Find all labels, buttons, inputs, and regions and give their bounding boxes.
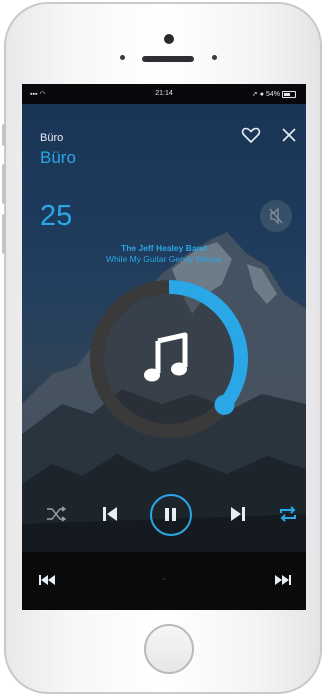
volume-up-button <box>2 164 6 204</box>
volume-down-button <box>2 214 6 254</box>
status-bar: ▪▪▪ ◠ 21:14 ➚ ● 54% <box>22 84 306 104</box>
room-title: Büro <box>40 148 76 167</box>
shuffle-icon[interactable] <box>46 506 66 522</box>
front-camera <box>164 34 174 44</box>
repeat-icon[interactable] <box>278 505 298 523</box>
battery-percent: 54% <box>265 91 280 98</box>
mute-button[interactable] <box>260 200 292 232</box>
earpiece-speaker <box>142 56 194 62</box>
volume-value: 25 <box>40 200 73 232</box>
mute-icon <box>269 207 283 225</box>
fast-forward-icon[interactable] <box>274 574 292 586</box>
heart-icon[interactable] <box>240 124 262 146</box>
mini-player-track: - <box>162 574 166 585</box>
next-icon[interactable] <box>230 505 246 523</box>
mini-player-bar: - <box>22 552 306 610</box>
sensor <box>212 55 217 60</box>
battery-indicator: ➚ ● 54% <box>252 90 296 98</box>
progress-dial[interactable] <box>84 274 254 444</box>
pause-icon <box>165 508 176 521</box>
sensor <box>120 55 125 60</box>
track-title: While My Guitar Gently Weeps <box>105 254 223 264</box>
playback-controls <box>22 484 306 544</box>
home-button[interactable] <box>144 624 194 674</box>
artist-name: The Jeff Healey Band <box>121 243 207 253</box>
pause-button[interactable] <box>150 494 192 536</box>
mute-switch <box>2 124 6 146</box>
close-icon[interactable] <box>278 124 300 146</box>
app-screen: ▪▪▪ ◠ 21:14 ➚ ● 54% Büro Büro 25 The Jef… <box>22 84 306 610</box>
progress-knob[interactable] <box>214 394 235 415</box>
battery-icon <box>282 90 296 98</box>
previous-icon[interactable] <box>102 505 118 523</box>
room-label: Büro <box>40 132 64 144</box>
